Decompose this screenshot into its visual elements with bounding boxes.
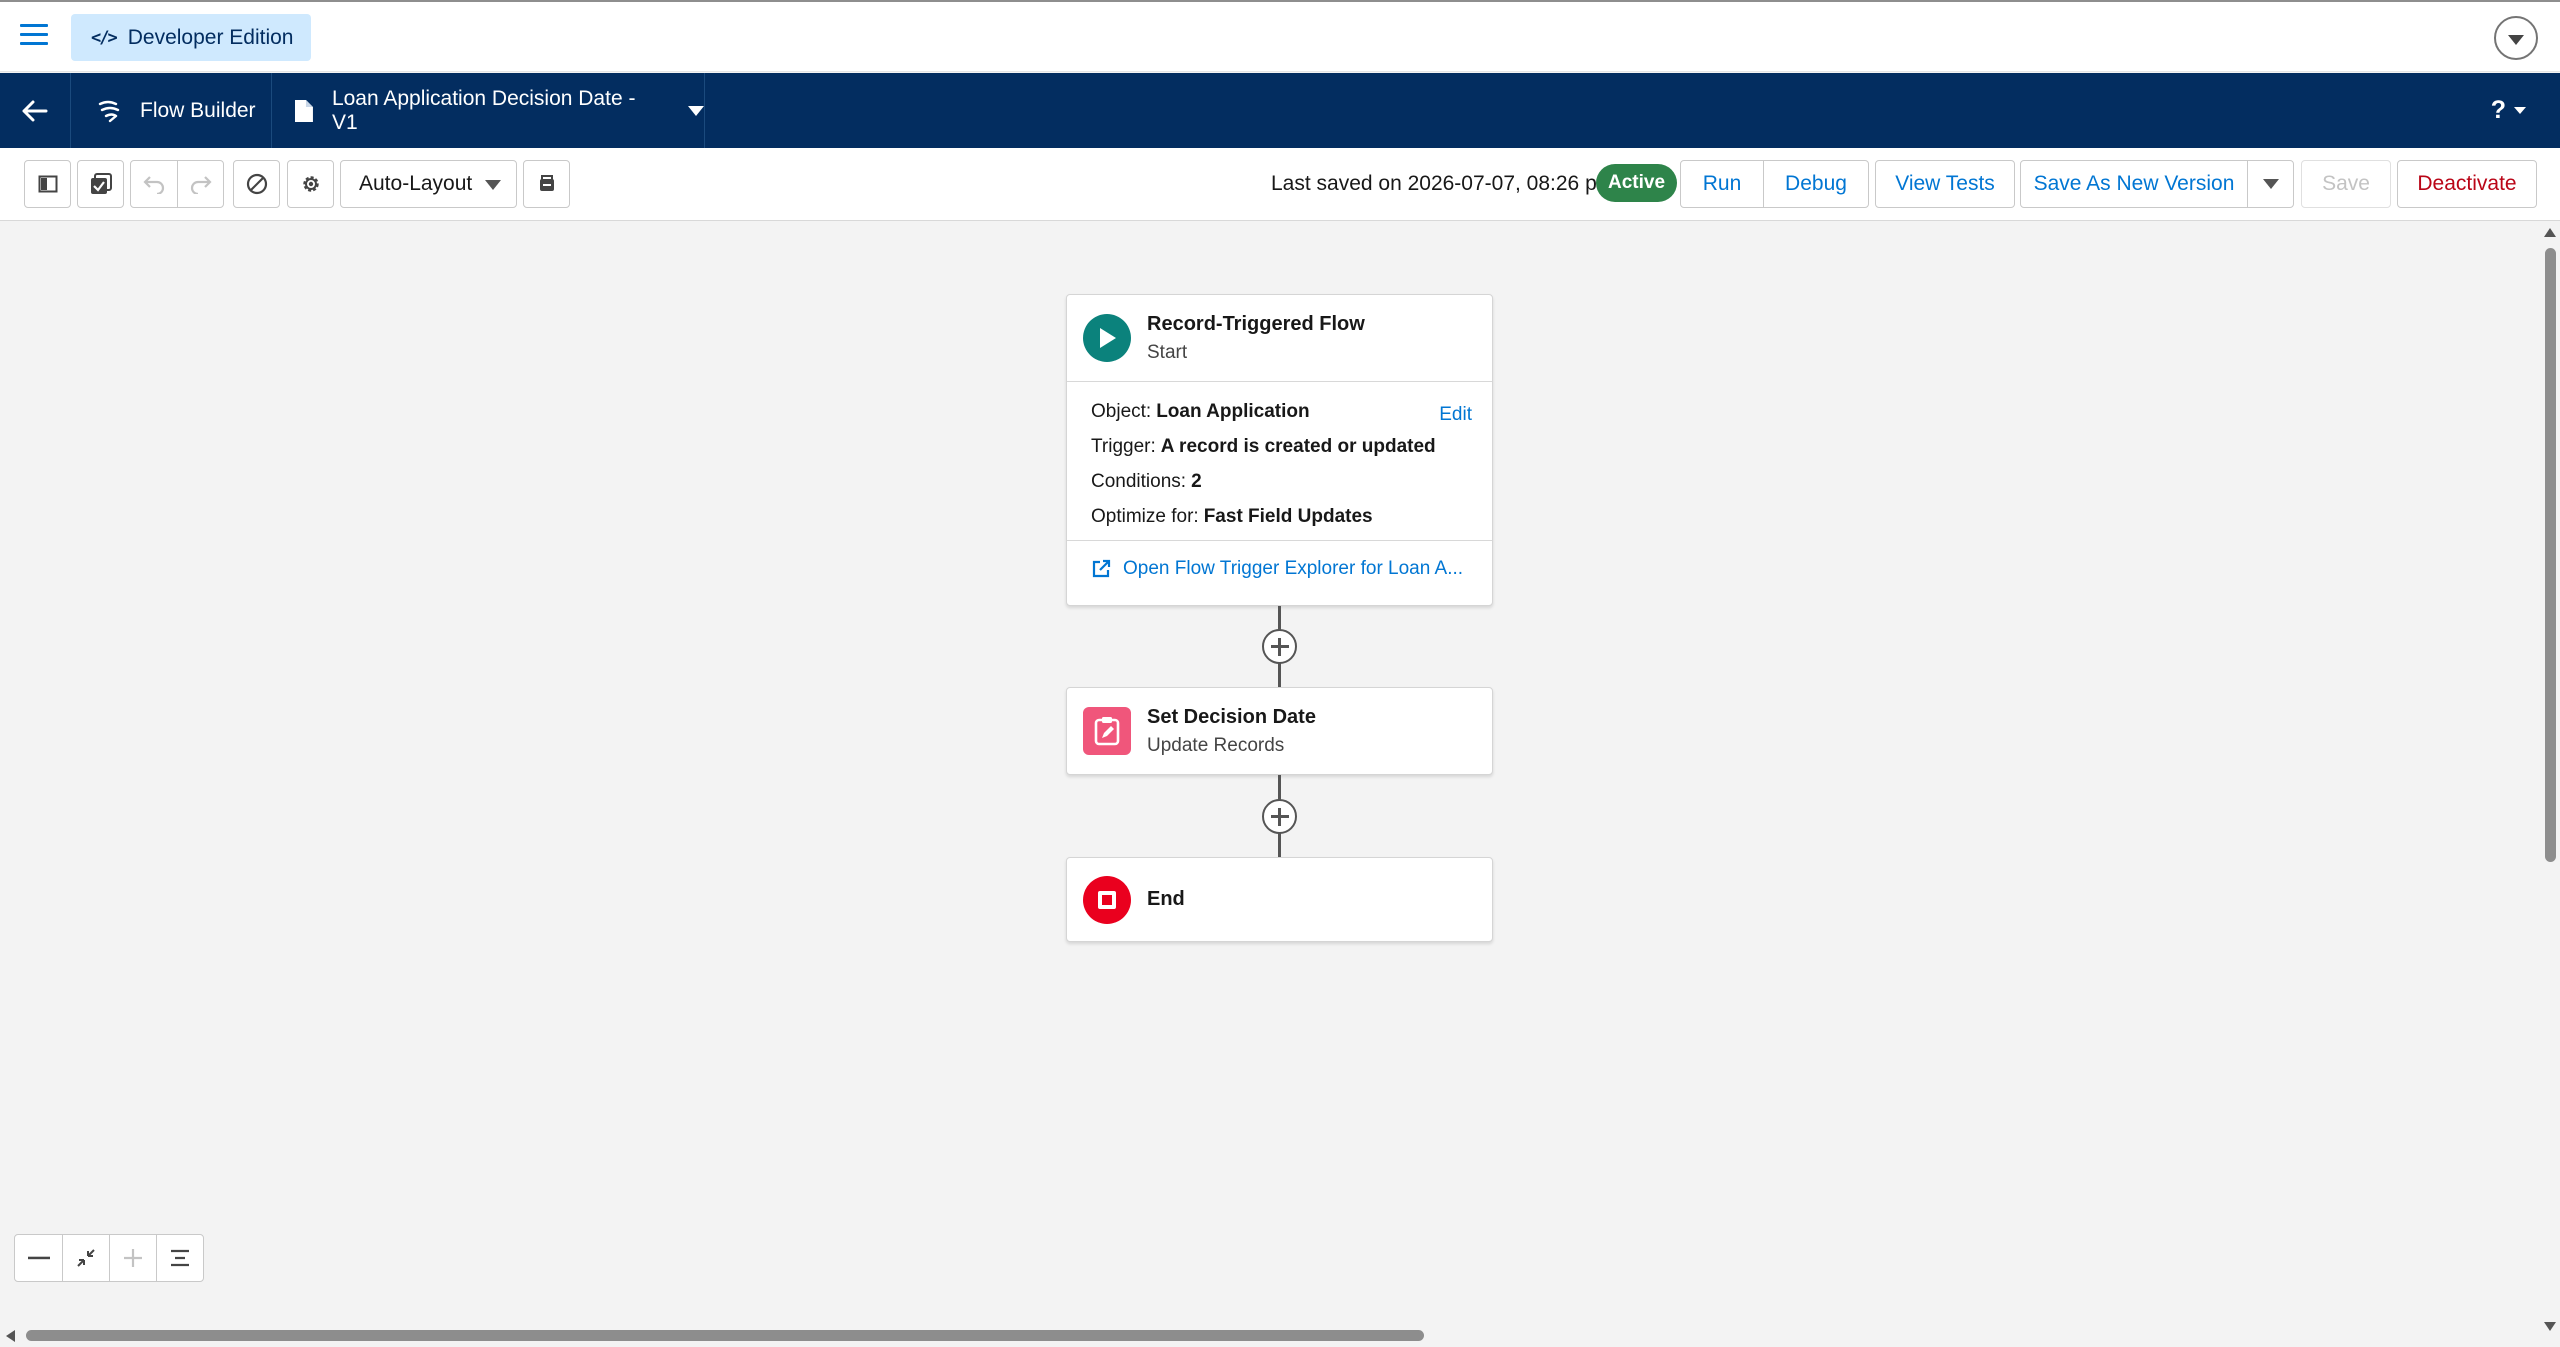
chevron-down-icon: [2508, 34, 2524, 45]
horizontal-scrollbar[interactable]: [0, 1325, 2540, 1347]
center-canvas-button[interactable]: [156, 1235, 203, 1281]
flow-name: Loan Application Decision Date - V1: [331, 86, 636, 134]
select-elements-button[interactable]: [77, 160, 124, 208]
chevron-down-icon: [485, 180, 501, 190]
copy-icon: [539, 175, 554, 191]
layout-mode-select[interactable]: Auto-Layout: [340, 160, 517, 208]
developer-edition-badge: </> Developer Edition: [71, 14, 312, 61]
optimize-row: Optimize for: Fast Field Updates: [1091, 499, 1472, 534]
redo-icon: [190, 176, 212, 194]
start-node-subtitle: Start: [1147, 341, 1188, 363]
multi-select-icon: [90, 173, 112, 194]
save-options-dropdown[interactable]: [2247, 160, 2294, 208]
object-label: Object:: [1091, 400, 1152, 422]
run-button[interactable]: Run: [1680, 160, 1764, 208]
flow-version-menu[interactable]: Loan Application Decision Date - V1: [273, 73, 705, 148]
update-node-subtitle: Update Records: [1147, 734, 1285, 756]
errors-warnings-button[interactable]: [233, 160, 280, 208]
vertical-scroll-thumb[interactable]: [2545, 248, 2556, 862]
explorer-link-label: Open Flow Trigger Explorer for Loan A...: [1123, 557, 1464, 579]
toggle-toolbox-button[interactable]: [24, 160, 71, 208]
undo-button[interactable]: [131, 161, 177, 207]
start-node[interactable]: Record-Triggered Flow Start Object: Loan…: [1066, 294, 1493, 606]
conditions-row: Conditions: 2: [1091, 464, 1472, 499]
file-icon: [294, 99, 313, 122]
contract-icon: [77, 1249, 95, 1267]
start-node-header[interactable]: Record-Triggered Flow Start: [1067, 295, 1492, 381]
flow-builder-header: Flow Builder Loan Application Decision D…: [0, 73, 2560, 148]
debug-button[interactable]: Debug: [1763, 160, 1869, 208]
update-node-title: Set Decision Date: [1147, 705, 1316, 728]
save-as-new-version-button[interactable]: Save As New Version: [2020, 160, 2248, 208]
scroll-down-icon[interactable]: [2544, 1322, 2556, 1331]
user-menu-dropdown[interactable]: [2494, 16, 2538, 60]
minus-icon: [27, 1256, 50, 1260]
app-launcher-menu-icon[interactable]: [20, 24, 48, 50]
chevron-down-icon: [2262, 179, 2279, 189]
conditions-value: 2: [1191, 470, 1202, 492]
panel-left-icon: [38, 175, 57, 193]
start-node-title: Record-Triggered Flow: [1147, 312, 1365, 335]
status-badge: Active: [1596, 164, 1678, 202]
chevron-down-icon: [688, 105, 704, 116]
optimize-value: Fast Field Updates: [1203, 505, 1373, 527]
scroll-left-icon[interactable]: [6, 1330, 15, 1342]
undo-icon: [143, 176, 165, 194]
ban-icon: [246, 173, 267, 195]
copy-button[interactable]: [523, 160, 570, 208]
flow-toolbar: Auto-Layout Last saved on 2026-07-07, 08…: [0, 148, 2560, 221]
redo-button[interactable]: [177, 161, 223, 207]
chevron-down-icon: [2514, 107, 2526, 114]
end-node-header: End: [1067, 858, 1492, 941]
deactivate-button[interactable]: Deactivate: [2397, 160, 2537, 208]
flow-icon: [98, 100, 120, 122]
align-center-icon: [171, 1249, 189, 1267]
plus-icon: [124, 1249, 142, 1267]
end-node[interactable]: End: [1066, 857, 1493, 942]
zoom-controls: [14, 1234, 204, 1282]
flow-builder-app: Flow Builder: [72, 73, 272, 148]
save-button[interactable]: Save: [2301, 160, 2391, 208]
vertical-scrollbar[interactable]: [2540, 222, 2560, 1337]
update-records-node[interactable]: Set Decision Date Update Records: [1066, 687, 1493, 775]
start-node-details: Object: Loan Application Trigger: A reco…: [1067, 381, 1492, 540]
optimize-label: Optimize for:: [1091, 505, 1199, 527]
layout-mode-value: Auto-Layout: [359, 172, 473, 195]
help-icon: ?: [2490, 96, 2506, 124]
global-header: </> Developer Edition: [0, 0, 2560, 72]
edit-start-link[interactable]: Edit: [1439, 404, 1472, 426]
update-records-node-header[interactable]: Set Decision Date Update Records: [1067, 688, 1492, 774]
trigger-value: A record is created or updated: [1160, 435, 1436, 457]
horizontal-scroll-thumb[interactable]: [26, 1330, 1424, 1341]
object-value: Loan Application: [1156, 400, 1310, 422]
add-element-button[interactable]: [1262, 799, 1297, 834]
flow-trigger-explorer-link[interactable]: Open Flow Trigger Explorer for Loan A...: [1067, 540, 1492, 596]
play-icon: [1083, 314, 1131, 362]
settings-button[interactable]: [287, 160, 334, 208]
scroll-up-icon[interactable]: [2544, 228, 2556, 237]
help-menu[interactable]: ?: [2491, 96, 2526, 125]
update-records-icon: [1083, 707, 1131, 755]
arrow-left-icon: [22, 100, 48, 121]
last-saved-text: Last saved on 2026-07-07, 08:26 p.m.: [1271, 172, 1626, 195]
new-window-icon: [1092, 559, 1111, 577]
conditions-label: Conditions:: [1091, 470, 1187, 492]
stop-icon: [1083, 875, 1131, 924]
object-row: Object: Loan Application: [1091, 394, 1472, 429]
back-button[interactable]: [0, 73, 71, 148]
gear-icon: [302, 176, 319, 192]
undo-redo-group: [130, 160, 224, 208]
zoom-in-button[interactable]: [109, 1235, 156, 1281]
end-node-title: End: [1147, 888, 1185, 910]
add-element-button[interactable]: [1262, 629, 1297, 664]
app-name: Flow Builder: [140, 98, 256, 122]
view-tests-button[interactable]: View Tests: [1875, 160, 2015, 208]
fit-to-view-button[interactable]: [62, 1235, 109, 1281]
zoom-out-button[interactable]: [15, 1235, 62, 1281]
developer-edition-label: Developer Edition: [127, 25, 294, 49]
code-icon: </>: [91, 27, 118, 48]
trigger-label: Trigger:: [1091, 435, 1156, 457]
trigger-row: Trigger: A record is created or updated: [1091, 429, 1472, 464]
